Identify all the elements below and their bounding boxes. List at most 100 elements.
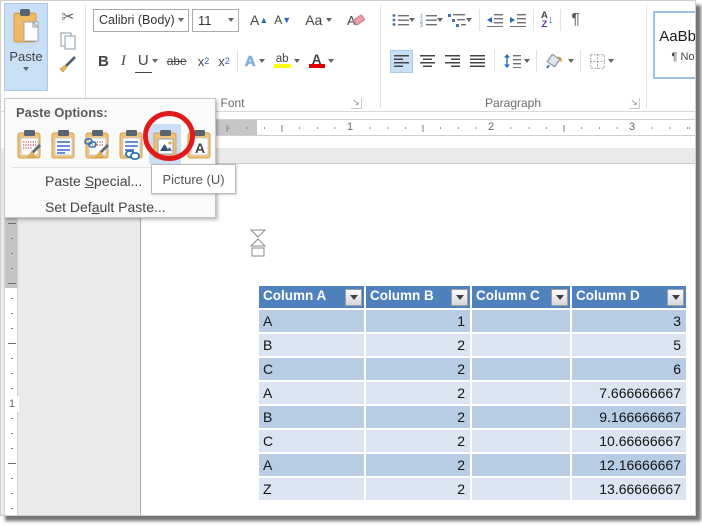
paste-option-keep-text-only[interactable]: A [183,124,215,164]
justify-button[interactable] [467,50,488,73]
text-effects-caret[interactable] [258,59,265,63]
paragraph-dialog-launcher[interactable]: ↘ [629,98,640,109]
align-left-button[interactable] [390,49,413,73]
cell[interactable] [471,381,572,406]
highlight-color-button[interactable]: ab [271,50,294,73]
filter-button[interactable] [551,289,568,306]
show-hide-pilcrow-button[interactable]: ¶ [568,9,583,32]
subscript-button[interactable]: x2 [195,50,213,73]
superscript-button[interactable]: x2 [215,50,233,73]
bullets-caret[interactable] [409,18,415,22]
cell[interactable] [471,429,572,454]
cell[interactable] [471,453,572,478]
cell[interactable]: 12.16666667 [571,453,688,478]
header-column-d[interactable]: Column D [571,286,688,310]
cut-button[interactable]: ✂ [61,7,74,27]
cell[interactable]: 7.666666667 [571,381,688,406]
paste-option-picture[interactable] [149,124,181,164]
grow-font-button[interactable]: A ▲ [247,9,271,32]
filter-button[interactable] [451,289,468,306]
cell[interactable]: 10.66666667 [571,429,688,454]
multilevel-list-button[interactable] [448,13,466,27]
borders-caret[interactable] [608,59,614,63]
cell[interactable] [471,405,572,430]
cell[interactable]: 2 [365,357,472,382]
borders-button[interactable] [587,50,608,73]
keep-source-formatting-icon [17,129,41,158]
paste-option-link-keep-source-formatting[interactable] [81,124,113,164]
paste-option-link-use-destination-styles[interactable] [115,124,147,164]
numbering-caret[interactable] [437,18,443,22]
italic-button[interactable]: I [118,50,129,73]
cell[interactable]: A [259,309,366,334]
cell[interactable] [471,333,572,358]
word-window: Paste ✂ Calibri (Body) 11 A ▲ A ▼ Aa A B… [0,0,696,516]
shrink-font-button[interactable]: A ▼ [271,9,294,32]
cell[interactable]: 9.166666667 [571,405,688,430]
keep-text-only-icon: A [187,129,210,158]
paste-dropdown-caret[interactable] [23,67,29,71]
cell[interactable]: B [259,333,366,358]
underline-button[interactable]: U [134,50,152,73]
cell[interactable]: Z [259,477,366,502]
cell[interactable]: 2 [365,333,472,358]
cell[interactable]: A [259,381,366,406]
cell[interactable]: B [259,405,366,430]
cell[interactable]: 13.66666667 [571,477,688,502]
cell[interactable] [471,309,572,334]
clear-formatting-button[interactable]: A [345,11,366,29]
cell[interactable]: C [259,429,366,454]
indent-markers[interactable] [248,229,268,257]
cell[interactable]: 1 [365,309,472,334]
cell[interactable]: 5 [571,333,688,358]
font-name-combo[interactable]: Calibri (Body) [93,8,189,32]
multilevel-caret[interactable] [466,18,472,22]
header-column-b[interactable]: Column B [365,286,472,310]
cell[interactable]: 2 [365,477,472,502]
cell[interactable]: A [259,453,366,478]
set-default-paste-item[interactable]: Set Default Paste... [5,194,215,220]
change-case-button[interactable]: Aa [302,9,335,32]
font-dialog-launcher[interactable]: ↘ [351,98,362,109]
cell[interactable]: 3 [571,309,688,334]
cell[interactable]: 6 [571,357,688,382]
highlight-caret[interactable] [293,59,300,63]
bold-button[interactable]: B [95,50,112,73]
header-column-a[interactable]: Column A [259,286,366,310]
numbering-button[interactable]: 123 [420,13,437,27]
paste-button[interactable]: Paste [4,3,48,91]
strikethrough-button[interactable]: abe [164,50,190,73]
cell[interactable]: 2 [365,453,472,478]
cell[interactable]: C [259,357,366,382]
bullets-button[interactable] [392,13,409,27]
header-column-c[interactable]: Column C [471,286,572,310]
filter-button[interactable] [667,289,684,306]
cell[interactable]: 2 [365,429,472,454]
align-right-button[interactable] [442,50,463,73]
paste-option-use-destination-styles[interactable] [47,124,79,164]
filter-button[interactable] [345,289,362,306]
cell[interactable]: 2 [365,405,472,430]
copy-button[interactable] [60,32,77,50]
align-center-button[interactable] [417,50,438,73]
horizontal-ruler[interactable]: 1 2 3 [201,119,695,136]
line-spacing-button[interactable] [501,50,524,73]
underline-caret[interactable] [151,59,158,63]
paste-option-keep-source-formatting[interactable] [13,124,45,164]
text-effects-button[interactable]: A [242,50,259,73]
font-color-button[interactable]: A [306,50,328,73]
decrease-indent-button[interactable] [487,13,503,27]
format-painter-button[interactable] [59,55,77,73]
line-spacing-caret[interactable] [524,59,530,63]
sort-button[interactable]: A Z [541,11,548,30]
filter-caret-icon [455,295,464,300]
cell[interactable] [471,477,572,502]
shading-button[interactable] [543,50,568,73]
shading-caret[interactable] [568,59,574,63]
style-normal-card[interactable]: AaBbC ¶ No [653,11,695,79]
font-color-caret[interactable] [327,59,334,63]
cell[interactable]: 2 [365,381,472,406]
font-size-combo[interactable]: 11 [192,8,239,32]
cell[interactable] [471,357,572,382]
increase-indent-button[interactable] [510,13,526,27]
